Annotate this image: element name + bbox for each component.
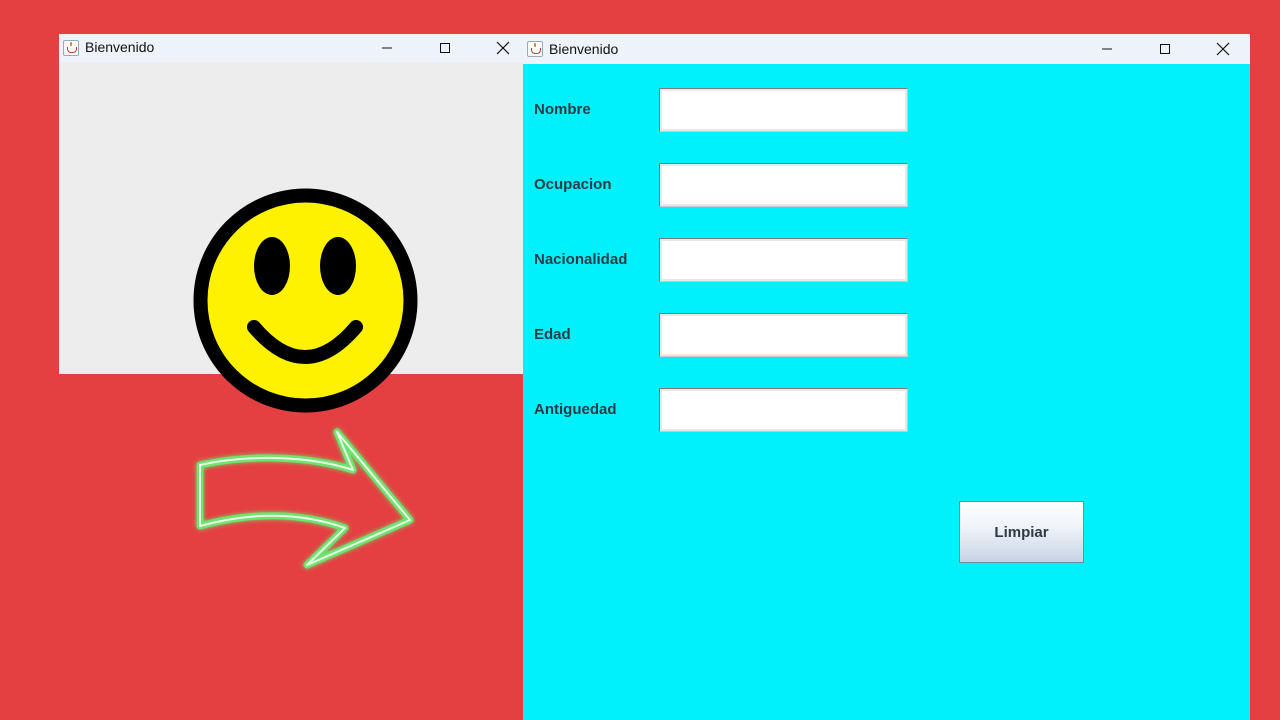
- antiguedad-label: Antiguedad: [534, 401, 617, 418]
- edad-label: Edad: [534, 326, 571, 343]
- maximize-button[interactable]: [1142, 34, 1188, 64]
- maximize-icon: [440, 43, 450, 53]
- nacionalidad-input[interactable]: [659, 238, 908, 282]
- nacionalidad-label: Nacionalidad: [534, 251, 628, 268]
- ocupacion-label: Ocupacion: [534, 176, 612, 193]
- right-window-title: Bienvenido: [549, 41, 619, 57]
- close-icon: [496, 41, 510, 55]
- maximize-button[interactable]: [422, 34, 468, 62]
- right-window-titlebar[interactable]: Bienvenido: [523, 34, 1250, 64]
- maximize-icon: [1160, 44, 1170, 54]
- left-window-titlebar[interactable]: Bienvenido: [59, 34, 523, 62]
- ocupacion-input[interactable]: [659, 163, 908, 207]
- nombre-label: Nombre: [534, 101, 591, 118]
- close-button[interactable]: [480, 34, 526, 62]
- close-button[interactable]: [1200, 34, 1246, 64]
- close-icon: [1216, 42, 1230, 56]
- java-app-icon: [527, 41, 543, 57]
- java-app-icon: [63, 40, 79, 56]
- antiguedad-input[interactable]: [659, 388, 908, 432]
- edad-input[interactable]: [659, 313, 908, 357]
- left-window-title: Bienvenido: [85, 39, 155, 55]
- clear-button[interactable]: Limpiar: [959, 501, 1084, 563]
- right-window: Bienvenido Nombre Ocupacion Nacionalidad…: [523, 34, 1250, 720]
- minimize-icon: [382, 47, 392, 49]
- smiley-face-icon: [193, 188, 418, 413]
- minimize-icon: [1102, 48, 1112, 50]
- curved-right-arrow-icon: [196, 428, 414, 569]
- minimize-button[interactable]: [1084, 34, 1130, 64]
- nombre-input[interactable]: [659, 88, 908, 132]
- minimize-button[interactable]: [364, 34, 410, 62]
